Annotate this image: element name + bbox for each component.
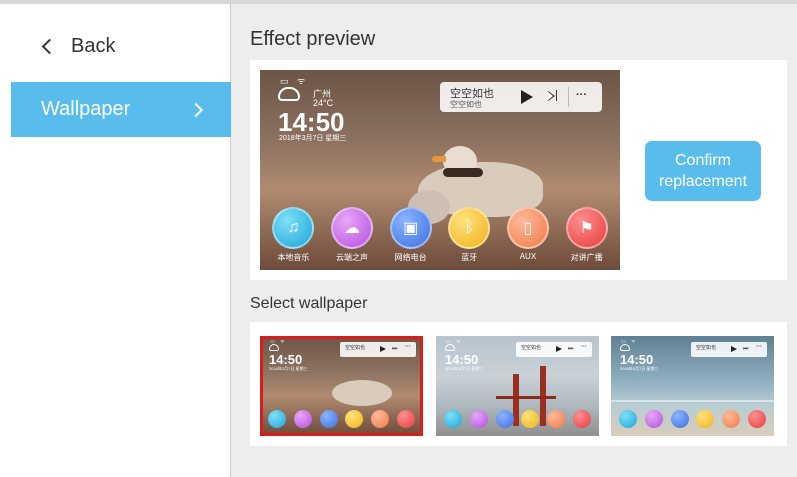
horizon-line [611,400,774,402]
cloud-icon [293,410,312,428]
next-track-icon: ⏭ [392,346,398,352]
more-icon[interactable]: ··· [576,89,587,101]
radio-icon: ▣ [389,207,432,249]
megaphone-icon [573,410,592,428]
usb-drive-icon [722,410,741,428]
cloud-icon: ☁ [330,207,373,249]
music-note-icon: ♫ [272,207,315,249]
bird-neck-ring [443,168,483,177]
usb-drive-icon [547,410,566,428]
next-track-icon: ⏭ [568,346,574,352]
app-dock [260,410,423,428]
select-wallpaper-title: Select wallpaper [250,295,368,312]
bird-image [332,380,392,406]
app-dock [436,410,599,428]
usb-drive-icon: ▯ [506,207,549,249]
next-track-icon: ⏭ [743,346,749,352]
back-button[interactable]: Back [41,30,116,62]
thumbnail-date: 2018年3月7日 星期三 [445,366,484,371]
bird-beak [432,156,446,162]
app-label: AUX [519,252,537,261]
wallpaper-thumbnail-bird[interactable]: ▭ ᯤ 14:50 2018年3月7日 星期三 空空如也 ⏭ ··· [260,336,423,436]
app-label: 云端之声 [335,253,368,262]
chevron-right-icon [188,102,204,117]
radio-icon [319,410,338,428]
app-cloud-voice[interactable]: ☁ 云端之声 [324,195,380,270]
radio-icon [670,410,689,428]
megaphone-icon [397,410,416,428]
weather-cloud-icon [445,344,455,351]
app-net-radio[interactable]: ▣ 网络电台 [383,195,439,270]
wallpaper-thumbnail-bridge[interactable]: ▭ ᯤ 14:50 2018年3月7日 星期三 空空如也 ⏭ ··· [436,336,599,436]
music-note-icon [267,410,286,428]
app-dock [611,410,774,428]
music-title: 空空如也 [696,345,717,351]
music-widget: 空空如也 ⏭ ··· [691,342,767,357]
bluetooth-icon [345,410,364,428]
play-icon [380,346,386,352]
weather-cloud-icon [620,344,630,351]
more-icon: ··· [581,344,587,350]
radio-icon [495,410,514,428]
music-title: 空空如也 [345,345,366,351]
play-icon [731,346,737,352]
weather-cloud-icon [278,87,300,101]
megaphone-icon [748,410,767,428]
music-widget: 空空如也 ⏭ ··· [340,342,416,357]
bluetooth-icon [521,410,540,428]
cloud-icon [644,410,663,428]
app-label: 对讲广播 [570,253,603,262]
wallpaper-thumbnail-sea[interactable]: ▭ ᯤ 14:50 2018年3月7日 星期三 空空如也 ⏭ ··· [611,336,774,436]
app-label: 蓝牙 [461,253,478,262]
app-label: 网络电台 [394,253,427,262]
music-divider [568,87,569,107]
effect-preview-title: Effect preview [250,28,376,50]
app-dock: ♫ 本地音乐 ☁ 云端之声 ▣ 网络电台 ᛒ 蓝牙 ▯ AUX ⚑ 对讲广播 [260,195,620,270]
more-icon: ··· [405,344,411,350]
usb-drive-icon [371,410,390,428]
music-note-icon [618,410,637,428]
sidebar: Back Wallpaper [0,4,231,477]
thumbnail-clock: 14:50 [620,352,654,367]
megaphone-icon: ⚑ [565,207,608,249]
wallpaper-preview: ▭ ᯤ 广州 24°C 14:50 2018年3月7日 星期三 空空如也 空空如… [260,70,620,270]
back-label: Back [71,34,116,57]
app-bluetooth[interactable]: ᛒ 蓝牙 [441,195,497,270]
status-icons: ▭ ᯤ [280,76,309,86]
play-icon [556,346,562,352]
confirm-replacement-button[interactable]: Confirm replacement [645,141,761,201]
music-title: 空空如也 [521,345,542,351]
music-artist: 空空如也 [450,100,482,109]
music-widget: 空空如也 ⏭ ··· [516,342,592,357]
thumbnail-date: 2018年3月7日 星期三 [620,366,659,371]
bluetooth-icon: ᛒ [448,207,491,249]
bridge-deck [496,396,556,399]
thumbnail-clock: 14:50 [269,352,303,367]
clock-date: 2018年3月7日 星期三 [279,135,347,142]
music-note-icon [443,410,462,428]
thumbnail-clock: 14:50 [445,352,479,367]
music-widget: 空空如也 空空如也 ··· [440,82,602,112]
more-icon: ··· [756,344,762,350]
sidebar-item-label: Wallpaper [41,98,131,120]
app-intercom[interactable]: ⚑ 对讲广播 [559,195,615,270]
play-icon[interactable] [521,90,533,104]
cloud-icon [469,410,488,428]
app-label: 本地音乐 [277,253,310,262]
bluetooth-icon [696,410,715,428]
app-local-music[interactable]: ♫ 本地音乐 [265,195,321,270]
sidebar-item-wallpaper[interactable]: Wallpaper [11,82,231,137]
weather-cloud-icon [269,344,279,351]
thumbnail-date: 2018年3月7日 星期三 [269,366,308,371]
chevron-left-icon [41,38,58,54]
app-aux[interactable]: ▯ AUX [500,195,556,270]
